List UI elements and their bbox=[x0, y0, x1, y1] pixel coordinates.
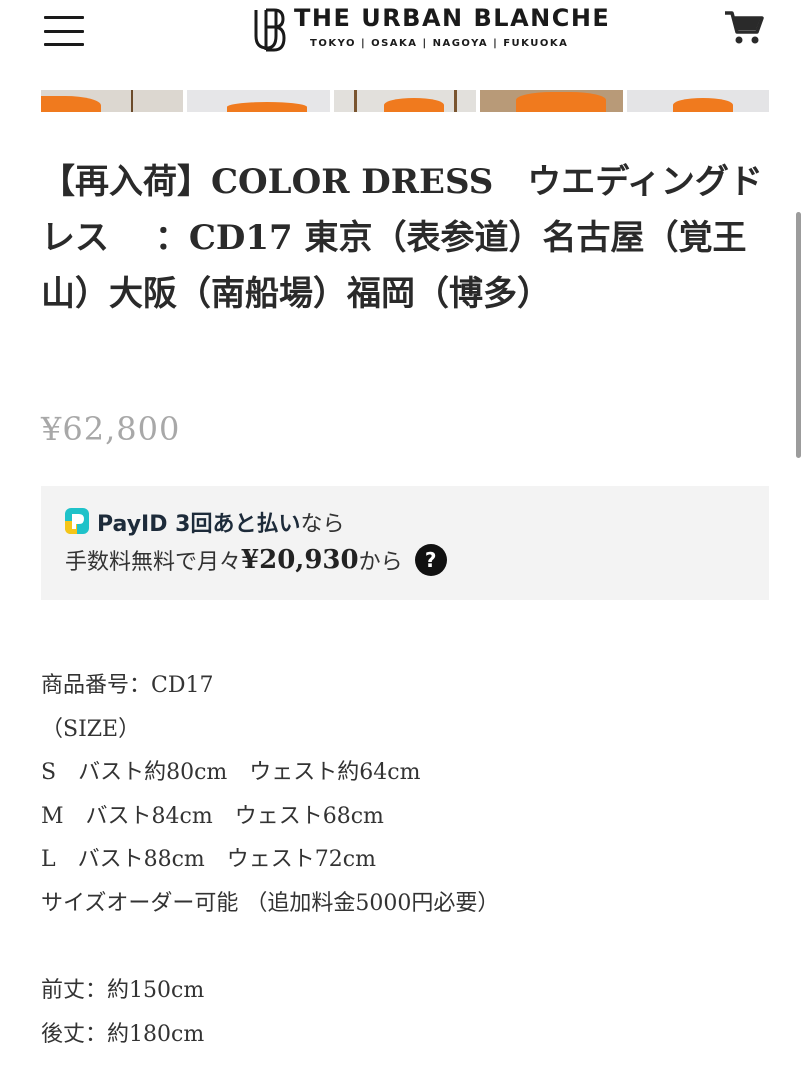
product-price: ¥62,800 bbox=[41, 410, 181, 448]
payid-line2-prefix: 手数料無料で月々 bbox=[65, 550, 242, 575]
description-line: 商品番号：CD17 bbox=[41, 673, 214, 698]
payid-monthly-amount: ¥20,930 bbox=[241, 545, 359, 575]
menu-bar bbox=[44, 16, 84, 19]
payid-line2-suffix: から bbox=[358, 550, 403, 575]
brand-logo[interactable]: THE URBAN BLANCHE TOKYO | OSAKA | NAGOYA… bbox=[252, 4, 609, 58]
page-scrollbar[interactable] bbox=[796, 212, 801, 458]
description-line: サイズオーダー可能 （追加料金5000円必要） bbox=[41, 890, 500, 916]
length-line: 前丈：約150cm bbox=[41, 978, 205, 1003]
product-page: THE URBAN BLANCHE TOKYO | OSAKA | NAGOYA… bbox=[0, 0, 810, 1080]
gallery-thumbnail[interactable] bbox=[41, 90, 184, 112]
menu-bar bbox=[44, 29, 84, 33]
product-gallery-strip bbox=[41, 90, 770, 112]
gallery-thumbnail[interactable] bbox=[333, 90, 477, 112]
description-line: S バスト約80cm ウェスト約64cm bbox=[41, 760, 421, 785]
gallery-thumbnail[interactable] bbox=[187, 90, 330, 112]
brand-subtitle: TOKYO | OSAKA | NAGOYA | FUKUOKA bbox=[310, 38, 569, 49]
shopping-cart-icon[interactable] bbox=[724, 10, 764, 46]
payid-suffix: なら bbox=[300, 512, 345, 537]
hamburger-menu-icon[interactable] bbox=[44, 14, 84, 48]
gallery-thumbnail[interactable] bbox=[480, 90, 623, 112]
help-question-icon[interactable]: ? bbox=[414, 544, 447, 576]
payid-headline: PayID 3回あと払いなら bbox=[97, 506, 344, 538]
description-line: （SIZE） bbox=[41, 716, 141, 742]
brand-title: THE URBAN BLANCHE bbox=[294, 4, 611, 32]
ub-monogram-icon bbox=[254, 8, 286, 52]
payid-monthly-text: 手数料無料で月々 ¥20,930 から? bbox=[65, 544, 447, 576]
menu-bar bbox=[44, 43, 84, 46]
payid-logo-icon bbox=[65, 508, 89, 534]
product-description: 商品番号：CD17 （SIZE） S バスト約80cm ウェスト約64cm M … bbox=[41, 664, 781, 1056]
gallery-thumbnail[interactable] bbox=[626, 90, 770, 112]
description-line: L バスト88cm ウェスト72cm bbox=[41, 847, 376, 872]
description-line: M バスト84cm ウェスト68cm bbox=[41, 803, 384, 829]
product-title: 【再入荷】COLOR DRESS ウエディングドレス ：CD17 東京（表参道）… bbox=[41, 162, 763, 314]
length-line: 後丈：約180cm bbox=[41, 1021, 205, 1047]
payid-brand: PayID 3回あと払い bbox=[97, 512, 301, 537]
site-header: THE URBAN BLANCHE TOKYO | OSAKA | NAGOYA… bbox=[0, 0, 810, 85]
payid-installment-box: PayID 3回あと払いなら 手数料無料で月々 ¥20,930 から? bbox=[41, 486, 769, 600]
